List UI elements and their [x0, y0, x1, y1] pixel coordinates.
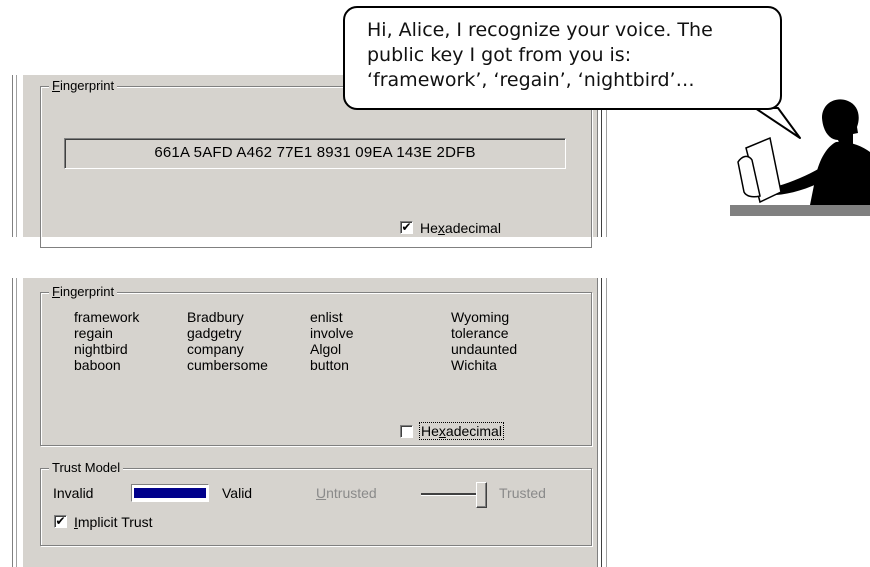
validity-invalid-label: Invalid: [53, 485, 94, 501]
legend-accelerator: F: [52, 284, 60, 299]
validity-bar-fill: [134, 488, 206, 498]
validity-bar: [131, 484, 209, 502]
trust-model-group: Trust Model: [40, 460, 592, 546]
fingerprint-legend: Fingerprint: [49, 284, 118, 300]
fingerprint-word: company: [187, 341, 244, 357]
hexadecimal-label[interactable]: Hexadecimal: [419, 422, 504, 440]
fingerprint-word: button: [310, 357, 349, 373]
frame-line: [601, 278, 602, 567]
frame-line: [597, 278, 598, 567]
trust-slider-thumb[interactable]: [476, 482, 487, 508]
fingerprint-word: Bradbury: [187, 309, 244, 325]
trust-model-legend: Trust Model: [49, 460, 124, 476]
fingerprint-word: regain: [74, 325, 113, 341]
frame-line: [606, 278, 607, 567]
implicit-trust-checkbox[interactable]: ✔: [54, 515, 67, 528]
trusted-label: Trusted: [499, 485, 546, 501]
fingerprint-word: undaunted: [451, 341, 518, 357]
fingerprint-word: nightbird: [74, 341, 128, 357]
validity-valid-label: Valid: [222, 485, 253, 501]
fingerprint-word: Wichita: [451, 357, 497, 373]
frame-line: [12, 278, 13, 567]
frame-line: [16, 278, 17, 567]
trust-slider[interactable]: [421, 480, 487, 510]
fingerprint-word: baboon: [74, 357, 121, 373]
hexadecimal-checkbox[interactable]: [400, 425, 413, 438]
check-mark-icon: ✔: [55, 514, 66, 528]
fingerprint-word: tolerance: [451, 325, 509, 341]
fingerprint-word: Wyoming: [451, 309, 510, 325]
fingerprint-word: enlist: [310, 309, 343, 325]
fingerprint-word: cumbersome: [187, 357, 268, 373]
implicit-trust-label[interactable]: Implicit Trust: [74, 514, 153, 530]
fingerprint-word: framework: [74, 309, 140, 325]
untrusted-label: Untrusted: [316, 485, 377, 501]
fingerprint-word: Algol: [310, 341, 342, 357]
fingerprint-word: gadgetry: [187, 325, 242, 341]
fingerprint-word: involve: [310, 325, 354, 341]
legend-text: ingerprint: [59, 284, 115, 299]
